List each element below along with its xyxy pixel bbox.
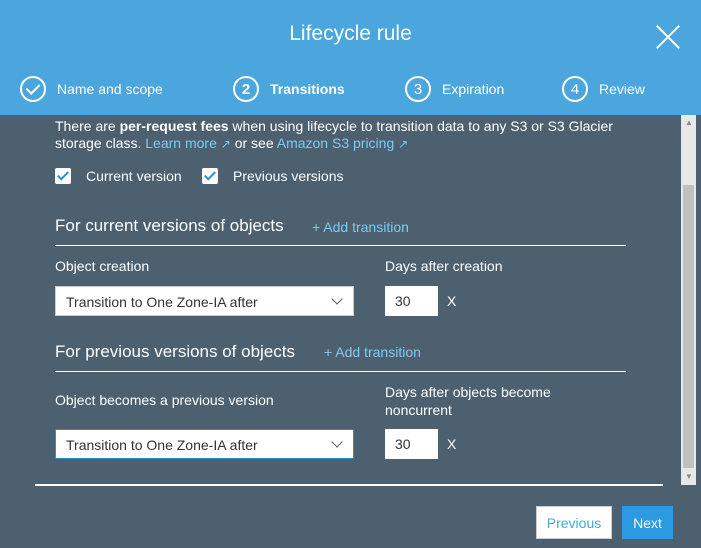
modal-header: Lifecycle rule Name and scope 2 Transitio…: [0, 0, 701, 115]
previous-days-input[interactable]: 30: [385, 429, 438, 459]
days-noncurrent-label: Days after objects become noncurrent: [385, 384, 551, 418]
previous-versions-checkbox[interactable]: [202, 168, 218, 184]
info-bold: per-request fees: [119, 118, 229, 134]
check-circle-icon: [20, 76, 46, 102]
remove-previous-transition[interactable]: X: [447, 436, 456, 452]
current-version-checkbox[interactable]: [55, 168, 71, 184]
step-label: Transitions: [270, 81, 345, 97]
close-icon[interactable]: [655, 24, 681, 50]
select-value: Transition to One Zone-IA after: [66, 437, 258, 453]
external-link-icon: ↗: [398, 137, 409, 151]
step-expiration[interactable]: 3 Expiration: [405, 76, 504, 102]
scroll-up-icon[interactable]: ▲: [685, 118, 693, 127]
step-transitions[interactable]: 2 Transitions: [233, 76, 345, 102]
step-label: Name and scope: [57, 81, 163, 97]
footer-divider: [35, 484, 663, 486]
object-creation-label: Object creation: [55, 258, 150, 274]
info-text: or see: [230, 135, 277, 151]
step-label: Review: [599, 81, 645, 97]
modal-title: Lifecycle rule: [289, 22, 412, 45]
previous-transition-select[interactable]: Transition to One Zone-IA after: [55, 429, 354, 459]
step-number: 2: [233, 76, 259, 102]
previous-versions-label: Previous versions: [233, 168, 344, 184]
external-link-icon: ↗: [220, 137, 231, 151]
s3-pricing-link[interactable]: Amazon S3 pricing ↗: [277, 135, 408, 151]
remove-current-transition[interactable]: X: [447, 293, 456, 309]
chevron-down-icon: [331, 436, 343, 448]
scroll-down-icon[interactable]: ▼: [685, 472, 693, 481]
next-button[interactable]: Next: [622, 506, 673, 539]
link-text: Learn more: [145, 135, 217, 151]
current-versions-heading: For current versions of objects: [55, 216, 284, 235]
link-text: Amazon S3 pricing: [276, 135, 395, 151]
step-number: 3: [405, 76, 431, 102]
current-days-input[interactable]: 30: [385, 286, 438, 316]
select-value: Transition to One Zone-IA after: [66, 294, 258, 310]
previous-version-label: Object becomes a previous version: [55, 392, 274, 408]
step-review[interactable]: 4 Review: [562, 76, 645, 102]
scrollbar-thumb[interactable]: [683, 185, 694, 468]
days-after-creation-label: Days after creation: [385, 258, 503, 274]
add-previous-transition-link[interactable]: + Add transition: [324, 344, 421, 360]
add-current-transition-link[interactable]: + Add transition: [312, 219, 409, 235]
previous-button[interactable]: Previous: [536, 506, 612, 539]
info-text: There are: [55, 118, 120, 134]
current-version-label: Current version: [86, 168, 182, 184]
chevron-down-icon: [331, 293, 343, 305]
previous-versions-heading: For previous versions of objects: [55, 342, 295, 361]
step-name-and-scope[interactable]: Name and scope: [20, 76, 163, 102]
current-transition-select[interactable]: Transition to One Zone-IA after: [55, 286, 354, 316]
fees-info: There are per-request fees when using li…: [55, 118, 635, 153]
divider: [55, 245, 626, 246]
learn-more-link[interactable]: Learn more ↗: [145, 135, 231, 151]
step-label: Expiration: [442, 81, 505, 97]
divider: [55, 371, 626, 372]
step-number: 4: [562, 76, 588, 102]
scrollbar[interactable]: ▲ ▼: [681, 115, 696, 485]
